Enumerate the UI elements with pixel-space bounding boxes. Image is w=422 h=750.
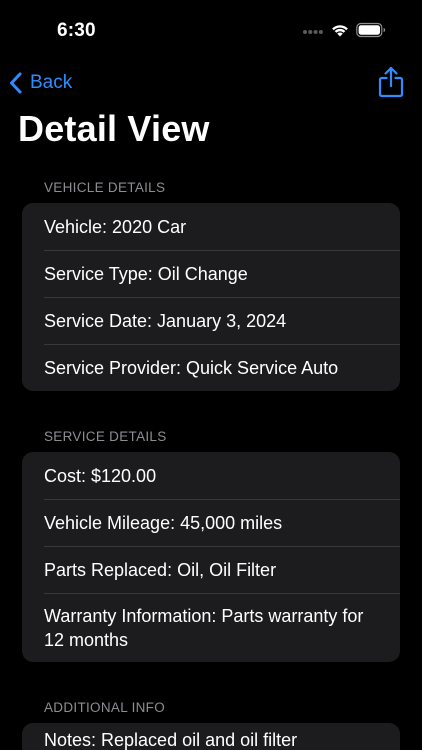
parts-replaced-row: Parts Replaced: Oil, Oil Filter [22,546,400,593]
section-header-vehicle-details: VEHICLE DETAILS [44,180,166,195]
additional-info-card: Notes: Replaced oil and oil filter [22,723,400,750]
vehicle-details-card: Vehicle: 2020 Car Service Type: Oil Chan… [22,203,400,391]
chevron-left-icon [10,72,22,94]
wifi-icon [332,25,348,37]
service-provider-row: Service Provider: Quick Service Auto [22,344,400,391]
cellular-signal-icon [303,30,323,34]
section-header-service-details: SERVICE DETAILS [44,429,167,444]
status-time: 6:30 [57,20,96,41]
notes-row: Notes: Replaced oil and oil filter [44,730,298,750]
back-button[interactable]: Back [8,68,72,98]
cost-row: Cost: $120.00 [44,465,157,486]
status-bar: 6:30 [0,0,422,54]
vehicle-row: Vehicle: 2020 Car [44,216,187,237]
service-date-row: Service Date: January 3, 2024 [22,297,400,344]
service-details-card: Cost: $120.00 Vehicle Mileage: 45,000 mi… [22,452,400,662]
navigation-bar: Back [0,60,422,104]
section-header-additional-info: ADDITIONAL INFO [44,700,166,715]
battery-icon [356,22,386,38]
back-label: Back [30,72,73,93]
share-icon[interactable] [378,66,404,98]
warranty-row: Warranty Information: Parts warranty for… [22,593,400,662]
page-title: Detail View [18,108,210,149]
service-type-row: Service Type: Oil Change [22,250,400,297]
mileage-row: Vehicle Mileage: 45,000 miles [22,499,400,546]
